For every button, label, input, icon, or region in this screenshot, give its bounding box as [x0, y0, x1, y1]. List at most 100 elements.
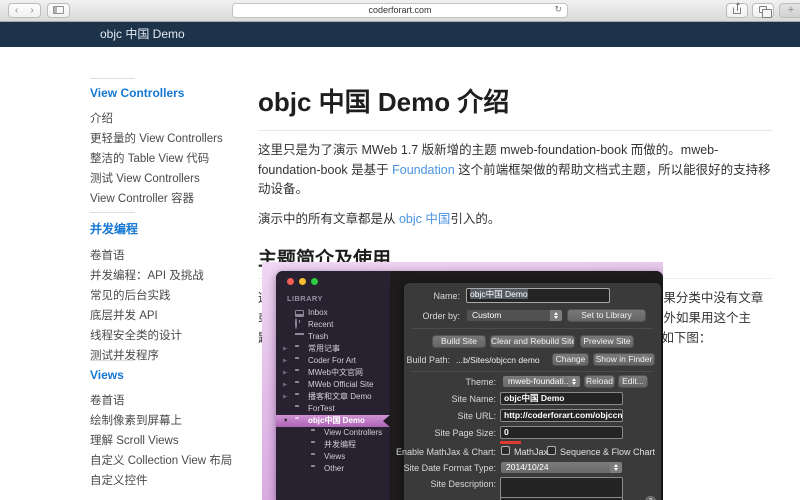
library-tree-item[interactable]: ▶ 播客和文章 Demo [276, 391, 390, 403]
nav-item[interactable]: 自定义 Collection View 布局 [90, 451, 260, 471]
sidebar-toggle-button[interactable] [47, 3, 70, 18]
tree-item-label: Trash [308, 332, 329, 341]
show-in-finder-button[interactable]: Show in Finder [593, 353, 655, 366]
edit-button[interactable]: Edit... [618, 375, 648, 388]
nav-item[interactable]: 理解 Scroll Views [90, 431, 260, 451]
site-settings-dialog: Name: objc中国 Demo Order by: Custom Set t… [396, 282, 662, 500]
build-site-button[interactable]: Build Site [432, 335, 486, 348]
nav-item[interactable]: 卷首语 [90, 391, 260, 411]
library-tree-item[interactable]: Recent [276, 318, 390, 331]
name-input[interactable]: objc中国 Demo [466, 288, 610, 303]
nav-section: View Controllers 介绍 更轻量的 View Controllers 整… [90, 78, 260, 209]
set-to-library-button[interactable]: Set to Library [567, 309, 646, 322]
nav-item[interactable]: 自定义控件 [90, 471, 260, 491]
tree-item-label: Coder For Art [308, 356, 357, 365]
paragraph-2: 演示中的所有文章都是从 objc 中国引入的。 [258, 210, 772, 230]
site-name-input[interactable]: objc中国 Demo [500, 392, 623, 405]
name-label: Name: [433, 291, 460, 301]
nav-section-title[interactable]: Views [90, 368, 260, 382]
order-by-select[interactable]: Custom [466, 309, 563, 322]
library-tree-item[interactable]: Inbox [276, 307, 390, 319]
divider [412, 371, 653, 372]
clear-rebuild-button[interactable]: Clear and Rebuild Site [490, 335, 575, 348]
library-tree-item[interactable]: Other [276, 463, 390, 475]
site-title[interactable]: objc 中国 Demo [100, 22, 185, 47]
site-description-label: Site Description: [430, 479, 496, 489]
red-underline-annotation [500, 441, 521, 444]
sequence-flow-checkbox[interactable] [547, 446, 556, 455]
library-tree-item[interactable]: ▶ MWeb Official Site [276, 379, 390, 391]
nav-item[interactable]: 测试 View Controllers [90, 169, 260, 189]
build-path-value: ...b/Sites/objccn demo [456, 355, 540, 365]
order-by-value: Custom [472, 310, 502, 320]
sequence-flow-checkbox-label: Sequence & Flow Chart [560, 447, 656, 457]
selection-notch [383, 415, 390, 427]
nav-item[interactable]: 并发编程：API 及挑战 [90, 266, 260, 286]
library-tree-item[interactable]: View Controllers [276, 427, 390, 439]
address-bar[interactable]: coderforart.com ↻ [232, 3, 568, 18]
date-format-select[interactable]: 2014/10/24 [500, 461, 623, 474]
change-button[interactable]: Change [552, 353, 589, 366]
library-tree-item[interactable]: Views [276, 451, 390, 463]
paragraph-1: 这里只是为了演示 MWeb 1.7 版新增的主题 mweb-foundation… [258, 141, 772, 200]
tabs-icon [759, 6, 772, 18]
chevron-right-icon[interactable]: ▶ [283, 355, 287, 367]
library-tree-item[interactable]: ▼ objc中国 Demo [276, 415, 390, 427]
share-button[interactable] [726, 2, 748, 18]
nav-item[interactable]: 底层并发 API [90, 306, 260, 326]
library-tree: Inbox Recent Trash ▶ 常用记事 ▶ Coder For Art ▶ MWeb… [276, 307, 390, 475]
plus-icon: + [787, 4, 795, 16]
theme-label: Theme: [465, 377, 496, 387]
nav-item[interactable]: View Controller 容器 [90, 189, 260, 209]
screen: ‹ › coderforart.com ↻ + objc 中国 Demo obj… [0, 0, 800, 500]
date-format-label: Site Date Format Type: [403, 463, 496, 473]
chevron-right-icon[interactable]: ▶ [283, 379, 287, 391]
minimize-button[interactable] [299, 278, 306, 285]
link-objc-cn[interactable]: objc 中国 [399, 212, 450, 226]
site-page-size-input[interactable]: 0 [500, 426, 623, 439]
close-button[interactable] [287, 278, 294, 285]
site-url-input[interactable]: http://coderforart.com/objccndem [500, 409, 623, 422]
library-tree-item[interactable]: Trash [276, 331, 390, 343]
mathjax-checkbox-label: MathJax [514, 447, 549, 457]
theme-select[interactable]: mweb-foundati... [502, 375, 581, 388]
library-tree-item[interactable]: ▶ 常用记事 [276, 343, 390, 355]
chevron-right-icon[interactable]: ▶ [283, 343, 287, 355]
nav-item[interactable]: 介绍 [90, 109, 260, 129]
nav-item[interactable]: 整洁的 Table View 代码 [90, 149, 260, 169]
refresh-icon[interactable]: ↻ [554, 4, 562, 17]
back-button[interactable]: ‹ [8, 3, 25, 18]
reload-button[interactable]: Reload [584, 375, 615, 388]
text: 演示中的所有文章都是从 [258, 211, 399, 226]
nav-item[interactable]: 卷首语 [90, 246, 260, 266]
library-tree-item[interactable]: ▶ MWeb中文官网 [276, 367, 390, 379]
chevron-right-icon[interactable]: ▶ [283, 391, 287, 403]
nav-item[interactable]: 更轻量的 View Controllers [90, 129, 260, 149]
library-tree-item[interactable]: ▶ Coder For Art [276, 355, 390, 367]
mathjax-checkbox[interactable] [501, 446, 510, 455]
nav-item[interactable]: 线程安全类的设计 [90, 326, 260, 346]
site-page-size-label: Site Page Size: [434, 428, 496, 438]
chevron-down-icon[interactable]: ▼ [283, 415, 288, 427]
nav-item[interactable]: 常见的后台实践 [90, 286, 260, 306]
nav-section-title[interactable]: View Controllers [90, 86, 260, 100]
tree-item-label: MWeb中文官网 [308, 368, 363, 377]
tab-overview-button[interactable] [752, 3, 774, 18]
inbox-icon [295, 310, 304, 317]
nav-section-title[interactable]: 并发编程 [90, 220, 260, 237]
help-button[interactable]: ? [645, 496, 656, 500]
zoom-button[interactable] [311, 278, 318, 285]
tree-item-label: Views [324, 452, 346, 461]
url-text: coderforart.com [368, 5, 432, 15]
chevron-right-icon[interactable]: ▶ [283, 367, 287, 379]
forward-button[interactable]: › [24, 3, 41, 18]
stepper-icon [550, 310, 562, 321]
tree-item-label: 并发编程 [324, 440, 356, 449]
nav-item[interactable]: 绘制像素到屏幕上 [90, 411, 260, 431]
library-tree-item[interactable]: 并发编程 [276, 439, 390, 451]
preview-site-button[interactable]: Preview Site [580, 335, 634, 348]
nav-section: 并发编程卷首语 并发编程：API 及挑战 常见的后台实践 底层并发 API 线程安全类的… [90, 212, 260, 366]
library-tree-item[interactable]: ForTest [276, 403, 390, 415]
new-tab-button[interactable]: + [779, 3, 800, 18]
link-foundation[interactable]: Foundation [392, 163, 455, 177]
